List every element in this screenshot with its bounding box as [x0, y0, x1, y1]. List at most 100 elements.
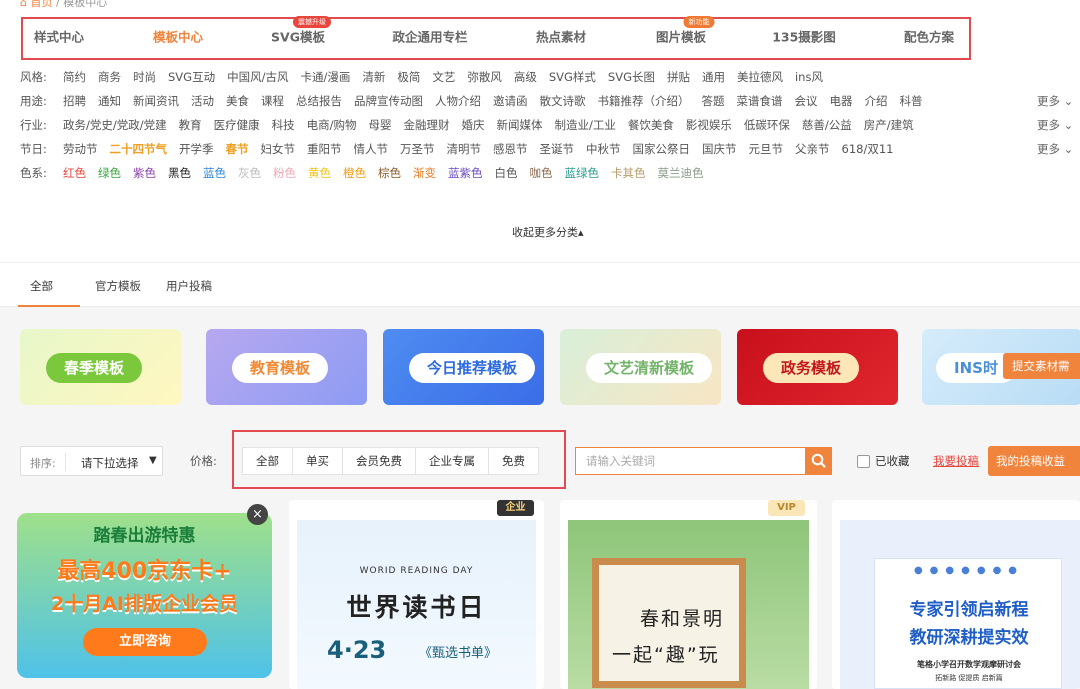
filter-option-industry[interactable]: 新闻媒体	[497, 116, 543, 134]
filter-option-festival[interactable]: 618/双11	[842, 140, 894, 158]
promo-ad[interactable]: 踏春出游特惠 最高400京东卡+ 2十月AI排版企业会员 立即咨询	[17, 513, 272, 678]
tab-all[interactable]: 全部	[30, 278, 53, 294]
sort-select[interactable]: 排序: 请下拉选择 ▼	[20, 446, 163, 476]
nav-hot-material[interactable]: 热点素材	[536, 27, 586, 46]
filter-option-color[interactable]: 红色	[63, 164, 86, 182]
price-member-free[interactable]: 会员免费	[343, 448, 416, 474]
filter-option-festival[interactable]: 万圣节	[400, 140, 435, 158]
filter-option-use[interactable]: 菜谱食谱	[737, 92, 783, 110]
filter-option-industry[interactable]: 金融理财	[404, 116, 450, 134]
filter-option-festival[interactable]: 二十四节气	[110, 140, 168, 158]
ad-consult-button[interactable]: 立即咨询	[83, 628, 207, 656]
filter-option-festival[interactable]: 劳动节	[63, 140, 98, 158]
filter-option-style[interactable]: 清新	[362, 68, 385, 86]
banner-literary[interactable]: 文艺清新模板	[560, 329, 721, 405]
filter-option-industry[interactable]: 母婴	[369, 116, 392, 134]
submit-material-button[interactable]: 提交素材需	[1003, 353, 1080, 379]
banner-today-recommend[interactable]: 今日推荐模板	[383, 329, 544, 405]
nav-svg-template[interactable]: SVG模板	[271, 27, 325, 46]
filter-option-festival[interactable]: 感恩节	[493, 140, 528, 158]
filter-option-industry[interactable]: 婚庆	[462, 116, 485, 134]
filter-option-festival[interactable]: 重阳节	[307, 140, 342, 158]
price-enterprise[interactable]: 企业专属	[416, 448, 489, 474]
filter-option-style[interactable]: 文艺	[432, 68, 455, 86]
filter-option-use[interactable]: 新闻资讯	[133, 92, 179, 110]
tab-official[interactable]: 官方模板	[95, 278, 141, 294]
filter-option-style[interactable]: SVG长图	[608, 68, 655, 86]
filter-option-industry[interactable]: 餐饮美食	[628, 116, 674, 134]
filter-option-use[interactable]: 书籍推荐（介绍）	[598, 92, 690, 110]
filter-option-festival[interactable]: 国家公祭日	[633, 140, 691, 158]
close-icon[interactable]: ×	[247, 504, 268, 525]
nav-135-photo[interactable]: 135摄影图	[772, 27, 836, 46]
contribute-link[interactable]: 我要投稿	[933, 453, 979, 469]
more-industry-button[interactable]: 更多 ⌄	[1037, 116, 1073, 134]
filter-option-style[interactable]: 中国风/古风	[227, 68, 288, 86]
filter-option-style[interactable]: SVG样式	[549, 68, 596, 86]
nav-template-center[interactable]: 模板中心	[153, 27, 203, 46]
filter-option-style[interactable]: 通用	[702, 68, 725, 86]
filter-option-style[interactable]: 卡通/漫画	[300, 68, 350, 86]
filter-option-festival[interactable]: 妇女节	[261, 140, 296, 158]
filter-option-industry[interactable]: 电商/购物	[307, 116, 357, 134]
collapse-categories-button[interactable]: 收起更多分类▴	[512, 224, 584, 240]
filter-option-festival[interactable]: 春节	[226, 140, 249, 158]
nav-color-scheme[interactable]: 配色方案	[904, 27, 954, 46]
filter-option-use[interactable]: 美食	[226, 92, 249, 110]
filter-option-use[interactable]: 科普	[900, 92, 923, 110]
filter-option-use[interactable]: 通知	[98, 92, 121, 110]
filter-option-industry[interactable]: 医疗健康	[214, 116, 260, 134]
filter-option-style[interactable]: 简约	[63, 68, 86, 86]
filter-option-use[interactable]: 散文诗歌	[540, 92, 586, 110]
filter-option-industry[interactable]: 教育	[179, 116, 202, 134]
template-card-teaching[interactable]: ●●●●●●● 专家引领启新程 教研深耕提实效 笔格小学召开数学观摩研讨会 拓新…	[832, 500, 1080, 689]
filter-option-style[interactable]: 拼贴	[667, 68, 690, 86]
filter-option-color[interactable]: 橙色	[343, 164, 366, 182]
nav-gov-column[interactable]: 政企通用专栏	[392, 27, 467, 46]
banner-education[interactable]: 教育模板	[206, 329, 367, 405]
filter-option-style[interactable]: 商务	[98, 68, 121, 86]
filter-option-color[interactable]: 黄色	[308, 164, 331, 182]
nav-style-center[interactable]: 样式中心	[34, 27, 84, 46]
filter-option-style[interactable]: 高级	[514, 68, 537, 86]
filter-option-color[interactable]: 莫兰迪色	[658, 164, 704, 182]
filter-option-use[interactable]: 介绍	[865, 92, 888, 110]
filter-option-color[interactable]: 白色	[495, 164, 518, 182]
filter-option-color[interactable]: 棕色	[378, 164, 401, 182]
my-earnings-button[interactable]: 我的投稿收益	[988, 446, 1080, 476]
favorites-checkbox[interactable]	[857, 454, 870, 468]
filter-option-industry[interactable]: 科技	[272, 116, 295, 134]
filter-option-color[interactable]: 渐变	[413, 164, 436, 182]
filter-option-use[interactable]: 招聘	[63, 92, 86, 110]
filter-option-color[interactable]: 蓝紫色	[448, 164, 483, 182]
filter-option-color[interactable]: 蓝色	[203, 164, 226, 182]
more-festival-button[interactable]: 更多 ⌄	[1037, 140, 1073, 158]
banner-government[interactable]: 政务模板	[737, 329, 898, 405]
filter-option-industry[interactable]: 制造业/工业	[555, 116, 616, 134]
filter-option-festival[interactable]: 元旦节	[749, 140, 784, 158]
filter-option-industry[interactable]: 慈善/公益	[802, 116, 852, 134]
price-free[interactable]: 免费	[489, 448, 538, 474]
filter-option-color[interactable]: 蓝绿色	[565, 164, 600, 182]
filter-option-color[interactable]: 粉色	[273, 164, 296, 182]
price-all[interactable]: 全部	[243, 448, 293, 474]
filter-option-use[interactable]: 课程	[261, 92, 284, 110]
template-card-spring[interactable]: 春和景明 一起“趣”玩	[560, 500, 817, 689]
filter-option-festival[interactable]: 情人节	[354, 140, 389, 158]
filter-option-color[interactable]: 黑色	[168, 164, 191, 182]
filter-option-style[interactable]: 美拉德风	[737, 68, 783, 86]
filter-option-color[interactable]: 灰色	[238, 164, 261, 182]
filter-option-color[interactable]: 咖色	[530, 164, 553, 182]
filter-option-style[interactable]: 极简	[397, 68, 420, 86]
filter-option-festival[interactable]: 开学季	[179, 140, 214, 158]
banner-spring[interactable]: 春季模板	[20, 329, 181, 405]
filter-option-use[interactable]: 邀请函	[493, 92, 528, 110]
search-input[interactable]	[575, 447, 806, 475]
breadcrumb-home[interactable]: 首页	[30, 0, 52, 9]
filter-option-use[interactable]: 答题	[702, 92, 725, 110]
filter-option-industry[interactable]: 房产/建筑	[864, 116, 914, 134]
filter-option-use[interactable]: 总结报告	[296, 92, 342, 110]
filter-option-festival[interactable]: 国庆节	[702, 140, 737, 158]
filter-option-festival[interactable]: 父亲节	[795, 140, 830, 158]
filter-option-style[interactable]: 弥散风	[467, 68, 502, 86]
